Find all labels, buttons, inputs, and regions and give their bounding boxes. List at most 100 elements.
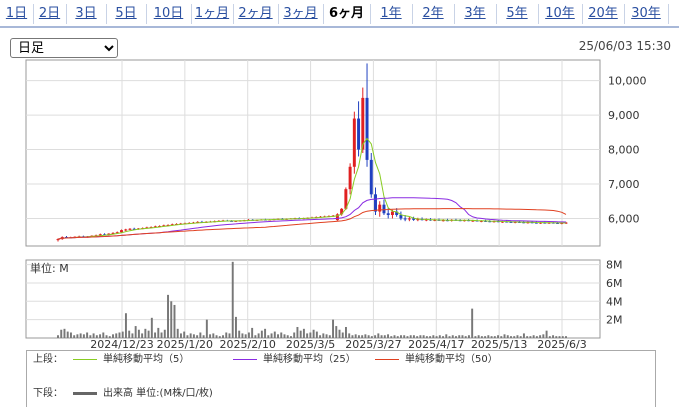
volume-bar — [516, 335, 519, 338]
candle-body — [382, 204, 386, 214]
volume-bar — [464, 336, 467, 338]
volume-bar — [293, 332, 296, 338]
volume-tick-label: 2M — [606, 314, 623, 327]
legend-swatch-sma5 — [73, 358, 97, 360]
volume-bar — [183, 331, 186, 338]
volume-bar — [364, 334, 367, 338]
volume-bar — [260, 330, 263, 338]
candle-body — [357, 118, 361, 150]
legend-lower-label: 下段： — [33, 388, 63, 399]
volume-bar — [387, 334, 390, 338]
candle-body — [403, 218, 407, 220]
volume-bar — [396, 336, 399, 338]
candle-body — [361, 97, 365, 150]
volume-bar — [131, 333, 134, 338]
volume-bar — [66, 331, 69, 338]
candle-body — [365, 97, 369, 160]
volume-bar — [435, 336, 438, 338]
volume-bar — [357, 335, 360, 338]
volume-bar — [500, 336, 503, 338]
volume-bar — [328, 335, 331, 338]
x-tick-label: 2025/6/3 — [537, 338, 586, 350]
volume-bar — [273, 331, 276, 338]
volume-bar — [406, 336, 409, 338]
volume-bar — [209, 334, 212, 338]
volume-bar — [461, 335, 464, 338]
volume-bar — [225, 332, 228, 338]
volume-bar — [325, 334, 328, 338]
volume-bar — [338, 329, 341, 338]
volume-bar — [95, 335, 98, 338]
volume-bar — [257, 333, 260, 338]
volume-bar — [425, 336, 428, 338]
volume-bar — [542, 334, 545, 338]
legend-swatch-sma50 — [375, 358, 399, 360]
volume-tick-label: 8M — [606, 259, 623, 272]
legend-item-sma25: 単純移動平均（25） — [233, 353, 356, 367]
volume-bar — [296, 326, 299, 338]
volume-bar — [348, 333, 351, 338]
volume-bar — [341, 332, 344, 338]
volume-bar — [173, 304, 176, 338]
candle-body — [124, 229, 128, 231]
x-tick-label: 2025/5/13 — [471, 338, 527, 350]
legend-label-volume: 出来高 単位:(M株/口/枚) — [103, 388, 213, 399]
volume-bar — [503, 334, 506, 338]
legend-item-volume: 出来高 単位:(M株/口/枚) — [73, 387, 213, 401]
volume-bar — [335, 326, 338, 338]
volume-bar — [565, 336, 567, 338]
volume-bar — [383, 335, 386, 338]
legend-label-sma5: 単純移動平均（5） — [103, 354, 190, 365]
x-tick-label: 2025/3/5 — [286, 338, 335, 350]
volume-bar — [419, 335, 422, 338]
volume-bar — [539, 335, 542, 338]
volume-bar — [179, 333, 182, 338]
volume-bar — [205, 319, 208, 338]
volume-bar — [105, 335, 108, 338]
volume-bar — [57, 335, 59, 338]
volume-bar — [555, 336, 558, 338]
volume-bar — [299, 330, 302, 338]
volume-bar — [370, 336, 373, 338]
volume-bar — [115, 333, 118, 338]
volume-bar — [332, 319, 335, 338]
volume-bar — [474, 336, 477, 338]
volume-tick-label: 6M — [606, 277, 623, 290]
volume-bar — [312, 329, 315, 338]
volume-bar — [60, 329, 63, 338]
volume-bar — [144, 328, 147, 338]
x-tick-label: 2025/1/20 — [157, 338, 213, 350]
volume-bar — [490, 336, 493, 338]
volume-bar — [286, 335, 289, 338]
volume-bar — [529, 336, 532, 338]
legend-item-sma50: 単純移動平均（50） — [375, 353, 498, 367]
volume-bar — [522, 333, 525, 338]
volume-bar — [532, 335, 535, 338]
legend-label-sma50: 単純移動平均（50） — [405, 354, 498, 365]
volume-bar — [403, 335, 406, 338]
volume-bar — [231, 261, 234, 338]
volume-bar — [277, 334, 279, 338]
candle-body — [120, 230, 123, 233]
volume-bar — [124, 313, 127, 338]
volume-bar — [409, 335, 412, 338]
volume-bar — [192, 334, 195, 338]
volume-bar — [86, 332, 89, 338]
volume-bar — [238, 330, 241, 338]
candle-body — [374, 194, 377, 212]
volume-bar — [73, 335, 76, 338]
volume-bar — [244, 334, 247, 338]
candle-body — [407, 218, 411, 220]
volume-bar — [487, 335, 490, 338]
volume-bar — [154, 332, 157, 338]
volume-bar — [196, 335, 199, 338]
candle-body — [386, 213, 390, 215]
volume-bar — [163, 329, 166, 338]
volume-bar — [345, 326, 347, 338]
legend-item-sma5: 単純移動平均（5） — [73, 353, 189, 367]
volume-bar — [442, 336, 445, 338]
volume-bar — [264, 328, 267, 338]
legend-swatch-sma25 — [233, 358, 257, 360]
volume-bar — [222, 335, 224, 338]
volume-bar — [254, 335, 257, 338]
